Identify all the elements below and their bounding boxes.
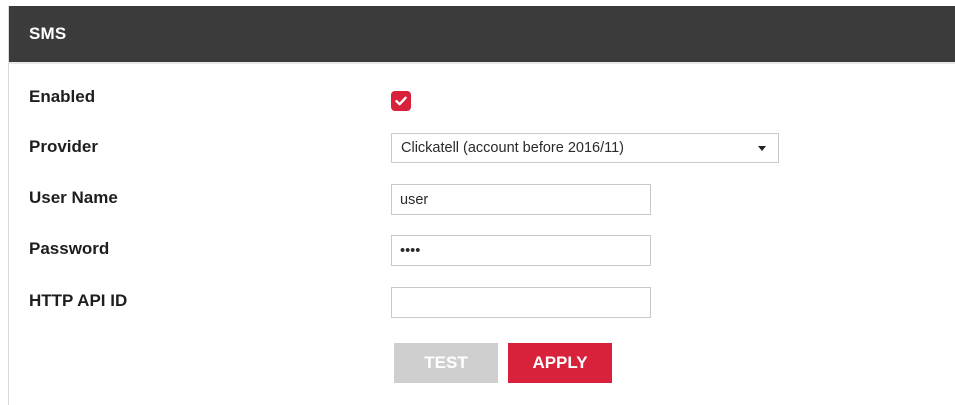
caret-down-icon <box>758 146 766 151</box>
panel-title: SMS <box>29 24 67 43</box>
check-icon <box>395 96 407 106</box>
provider-label: Provider <box>29 137 98 156</box>
enabled-checkbox[interactable] <box>391 91 411 111</box>
provider-selected-value: Clickatell (account before 2016/11) <box>401 140 624 156</box>
user-name-input[interactable] <box>391 184 651 215</box>
panel-header: SMS <box>9 6 955 62</box>
password-input[interactable] <box>391 235 651 266</box>
password-label: Password <box>29 239 110 258</box>
apply-button[interactable]: APPLY <box>508 343 612 383</box>
http-api-id-label: HTTP API ID <box>29 291 128 310</box>
header-divider <box>9 62 955 64</box>
enabled-label: Enabled <box>29 87 96 106</box>
http-api-id-input[interactable] <box>391 287 651 318</box>
user-name-label: User Name <box>29 188 118 207</box>
sms-settings-panel: SMS Enabled Provider Clickatell (account… <box>8 6 955 405</box>
provider-select[interactable]: Clickatell (account before 2016/11) <box>391 133 779 163</box>
test-button[interactable]: TEST <box>394 343 498 383</box>
